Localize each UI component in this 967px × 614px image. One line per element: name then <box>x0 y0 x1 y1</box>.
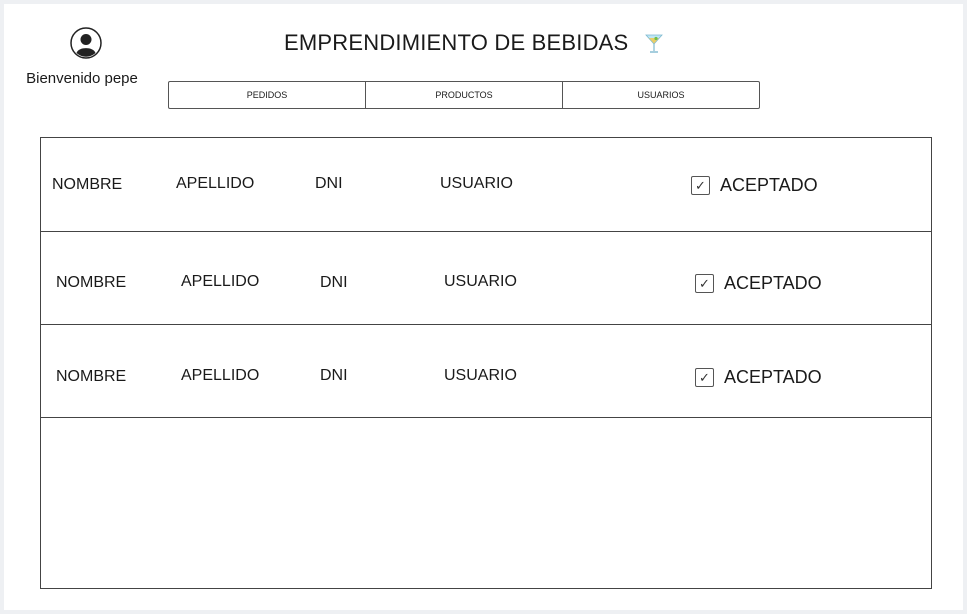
dni-cell: DNI <box>320 367 348 384</box>
table-row: NOMBRE APELLIDO DNI USUARIO ✓ ACEPTADO <box>41 324 931 418</box>
tab-usuarios[interactable]: USUARIOS <box>562 82 759 108</box>
main-tabs: PEDIDOS PRODUCTOS USUARIOS <box>168 81 760 109</box>
checkmark-icon: ✓ <box>699 276 710 291</box>
apellido-cell: APELLIDO <box>181 367 260 384</box>
nombre-cell: NOMBRE <box>52 176 123 193</box>
aceptado-checkbox[interactable]: ✓ <box>695 368 714 387</box>
page-title: EMPRENDIMIENTO DE BEBIDAS <box>284 30 629 55</box>
apellido-cell: APELLIDO <box>181 273 260 290</box>
tab-productos[interactable]: PRODUCTOS <box>365 82 562 108</box>
page-header: EMPRENDIMIENTO DE BEBIDAS <box>284 30 664 56</box>
welcome-text: Bienvenido pepe <box>26 70 138 87</box>
aceptado-label: ACEPTADO <box>724 273 822 293</box>
table-row: NOMBRE APELLIDO DNI USUARIO ✓ ACEPTADO <box>41 231 931 325</box>
aceptado-checkbox[interactable]: ✓ <box>691 176 710 195</box>
dni-cell: DNI <box>320 274 348 291</box>
tab-pedidos[interactable]: PEDIDOS <box>169 82 365 108</box>
table-row: NOMBRE APELLIDO DNI USUARIO ✓ ACEPTADO <box>41 138 931 232</box>
users-table: NOMBRE APELLIDO DNI USUARIO ✓ ACEPTADO N… <box>40 137 932 589</box>
apellido-cell: APELLIDO <box>176 175 255 192</box>
checkmark-icon: ✓ <box>695 178 706 193</box>
aceptado-checkbox[interactable]: ✓ <box>695 274 714 293</box>
cocktail-icon <box>645 34 664 53</box>
usuario-cell: USUARIO <box>444 273 517 290</box>
nombre-cell: NOMBRE <box>56 274 127 291</box>
aceptado-label: ACEPTADO <box>724 367 822 387</box>
usuario-cell: USUARIO <box>444 367 517 384</box>
usuario-cell: USUARIO <box>440 175 513 192</box>
app-canvas: Bienvenido pepe EMPRENDIMIENTO DE BEBIDA… <box>4 4 963 610</box>
nombre-cell: NOMBRE <box>56 368 127 385</box>
checkmark-icon: ✓ <box>699 370 710 385</box>
dni-cell: DNI <box>315 175 343 192</box>
user-avatar-icon[interactable] <box>70 27 102 59</box>
aceptado-label: ACEPTADO <box>720 175 818 195</box>
